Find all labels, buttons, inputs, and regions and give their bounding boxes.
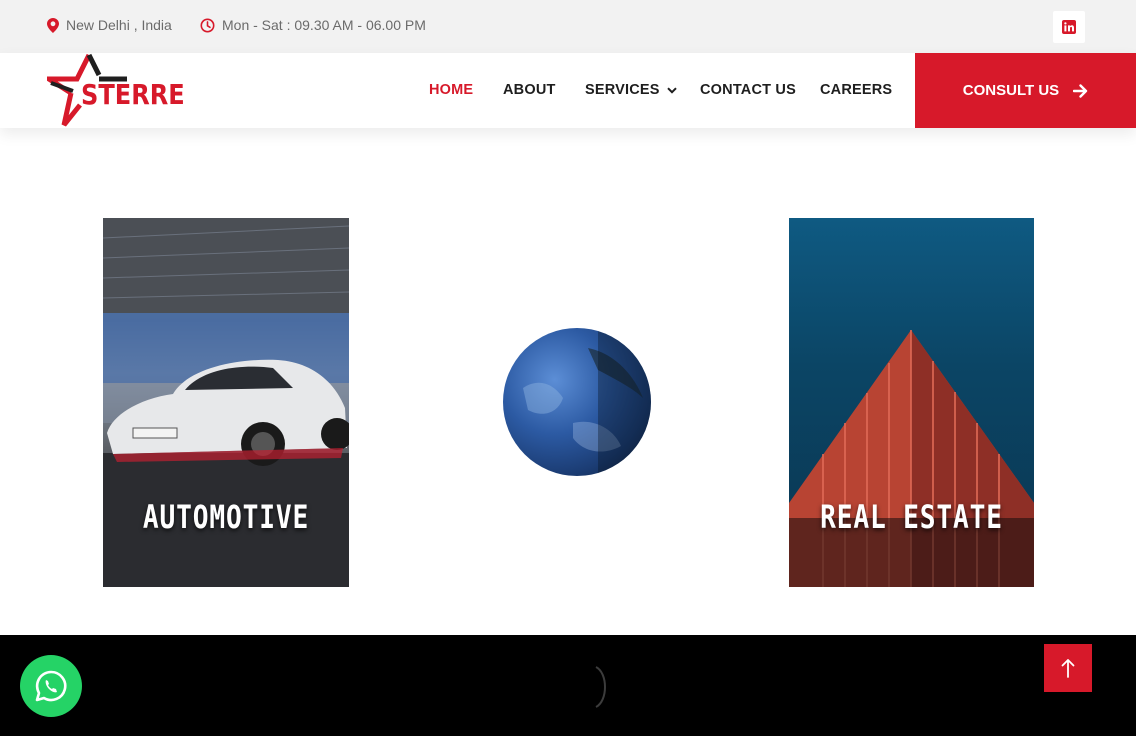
automotive-card[interactable]: AUTOMOTIVE — [103, 218, 349, 587]
arrow-up-icon — [1061, 659, 1075, 678]
nav-services-label: SERVICES — [585, 82, 660, 98]
main-header: STERRE HOME ABOUT SERVICES CONTACT US CA… — [0, 53, 1136, 128]
chevron-down-icon — [666, 86, 677, 94]
nav-about[interactable]: ABOUT — [503, 82, 556, 98]
site-logo[interactable]: STERRE — [47, 53, 187, 128]
globe-image — [503, 328, 651, 476]
hours-info: Mon - Sat : 09.30 AM - 06.00 PM — [200, 17, 426, 33]
linkedin-icon — [1062, 20, 1076, 34]
logo-wordmark: STERRE — [81, 78, 185, 111]
hours-text: Mon - Sat : 09.30 AM - 06.00 PM — [222, 17, 426, 33]
nav-careers[interactable]: CAREERS — [820, 82, 892, 98]
location-info: New Delhi , India — [47, 17, 172, 33]
arrow-right-icon — [1073, 83, 1088, 98]
consult-us-button[interactable]: CONSULT US — [915, 53, 1136, 128]
location-text: New Delhi , India — [66, 17, 172, 33]
nav-home[interactable]: HOME — [429, 82, 473, 98]
automotive-label: AUTOMOTIVE — [142, 498, 310, 536]
earth-texture — [523, 328, 651, 476]
moon-crescent-icon — [595, 666, 606, 708]
consult-us-label: CONSULT US — [962, 82, 1060, 99]
scroll-to-top-button[interactable] — [1044, 644, 1092, 692]
real-estate-card[interactable]: REAL ESTATE — [789, 218, 1034, 587]
dark-space-section — [0, 635, 1136, 736]
nav-services[interactable]: SERVICES — [585, 82, 677, 98]
clock-icon — [200, 18, 215, 32]
real-estate-label: REAL ESTATE — [820, 498, 1003, 536]
whatsapp-icon — [35, 670, 67, 702]
top-info-bar: New Delhi , India Mon - Sat : 09.30 AM -… — [0, 0, 1136, 53]
whatsapp-button[interactable] — [20, 655, 82, 717]
linkedin-link[interactable] — [1053, 11, 1085, 43]
map-pin-icon — [47, 17, 59, 33]
nav-contact-us[interactable]: CONTACT US — [700, 82, 796, 98]
